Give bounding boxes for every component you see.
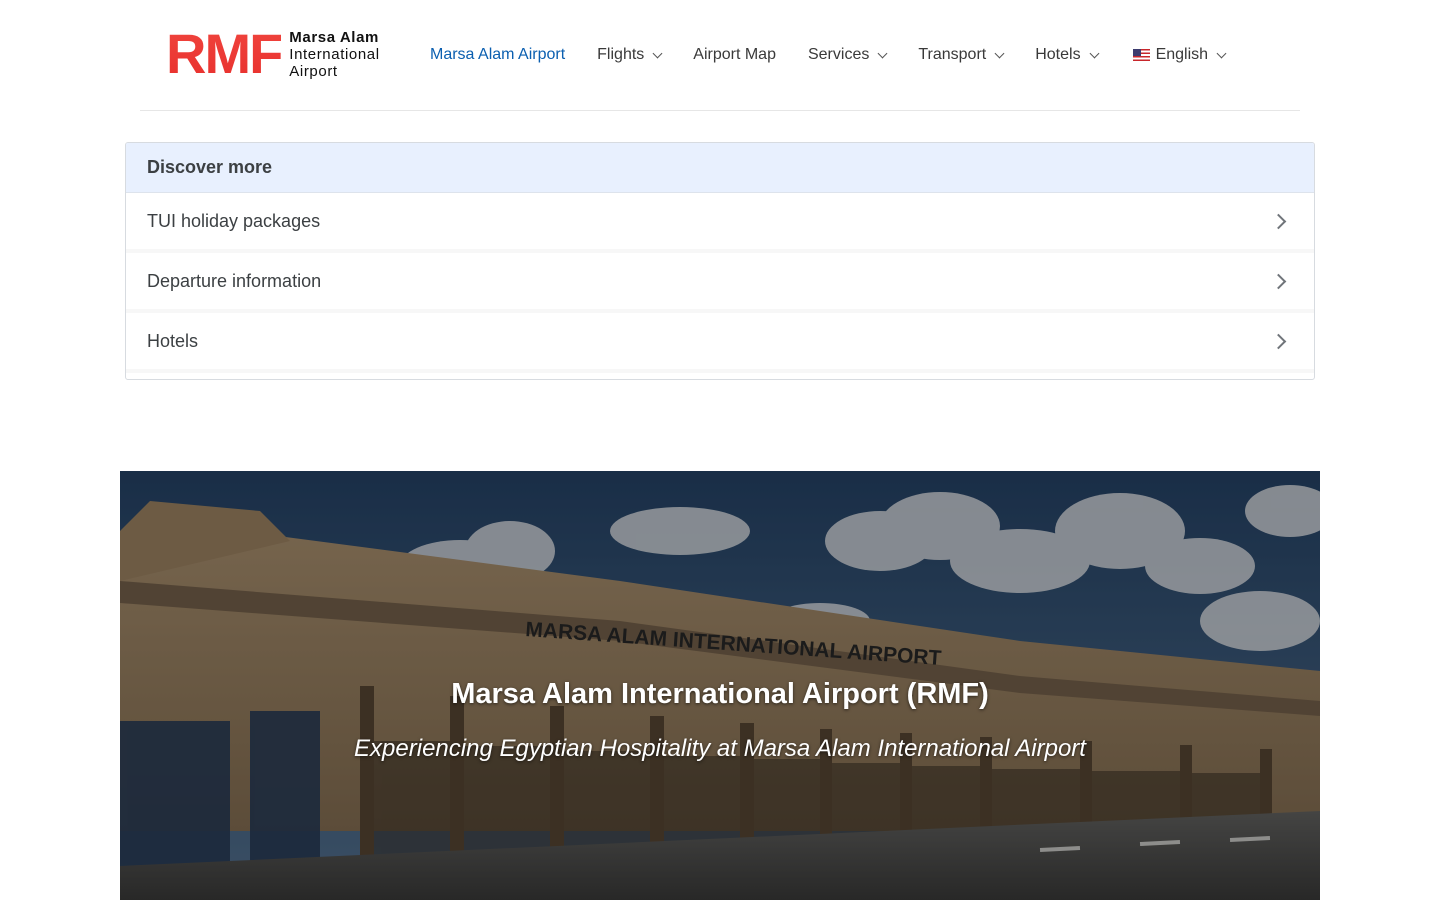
- chevron-right-icon: [1270, 333, 1287, 349]
- logo-line-1: Marsa Alam: [289, 28, 379, 46]
- nav-label: Airport Map: [693, 46, 776, 63]
- logo-mark: RMF: [166, 22, 283, 85]
- site-header: RMF Marsa Alam International Airport Mar…: [140, 0, 1300, 111]
- nav-label: Services: [807, 46, 870, 63]
- nav-label: Transport: [918, 46, 987, 63]
- discover-more-panel: Discover more TUI holiday packages Depar…: [125, 142, 1315, 380]
- nav-item-marsa-alam-airport[interactable]: Marsa Alam Airport: [430, 46, 565, 64]
- us-flag-icon: [1132, 49, 1150, 61]
- nav-item-transport[interactable]: Transport: [918, 46, 1005, 64]
- nav-label: Marsa Alam Airport: [430, 46, 566, 63]
- logo-line-3: Airport: [289, 62, 338, 80]
- discover-item-label: TUI holiday packages: [147, 210, 321, 231]
- chevron-down-icon: [994, 48, 1005, 58]
- logo-text: Marsa Alam International Airport: [289, 29, 379, 80]
- chevron-down-icon: [1216, 48, 1227, 58]
- site-logo[interactable]: RMF Marsa Alam International Airport: [166, 26, 380, 82]
- language-selector[interactable]: English: [1132, 46, 1227, 64]
- nav-label: Hotels: [1035, 46, 1081, 63]
- discover-item-tui-holiday-packages[interactable]: TUI holiday packages: [126, 193, 1314, 253]
- discover-more-title: Discover more: [126, 143, 1314, 193]
- nav-item-flights[interactable]: Flights: [597, 46, 663, 64]
- discover-item-hotels[interactable]: Hotels: [126, 313, 1314, 373]
- nav-label: Flights: [597, 46, 645, 63]
- nav-item-airport-map[interactable]: Airport Map: [693, 46, 776, 64]
- hero-subtitle: Experiencing Egyptian Hospitality at Mar…: [354, 735, 1086, 762]
- main-nav: Marsa Alam Airport Flights Airport Map S…: [430, 0, 1257, 110]
- chevron-right-icon: [1270, 273, 1287, 289]
- discover-item-label: Departure information: [147, 270, 322, 291]
- hero-title: Marsa Alam International Airport (RMF): [451, 678, 989, 710]
- nav-item-hotels[interactable]: Hotels: [1035, 46, 1100, 64]
- discover-item-label: Hotels: [147, 330, 199, 351]
- chevron-right-icon: [1270, 213, 1287, 229]
- discover-item-departure-information[interactable]: Departure information: [126, 253, 1314, 313]
- chevron-down-icon: [1089, 48, 1100, 58]
- logo-line-2: International: [289, 45, 380, 63]
- chevron-down-icon: [877, 48, 888, 58]
- nav-item-services[interactable]: Services: [807, 46, 888, 64]
- chevron-down-icon: [652, 48, 663, 58]
- hero-banner: MARSA ALAM INTERNATIONAL AIRPORT Marsa A…: [120, 471, 1320, 900]
- language-label: English: [1155, 46, 1209, 63]
